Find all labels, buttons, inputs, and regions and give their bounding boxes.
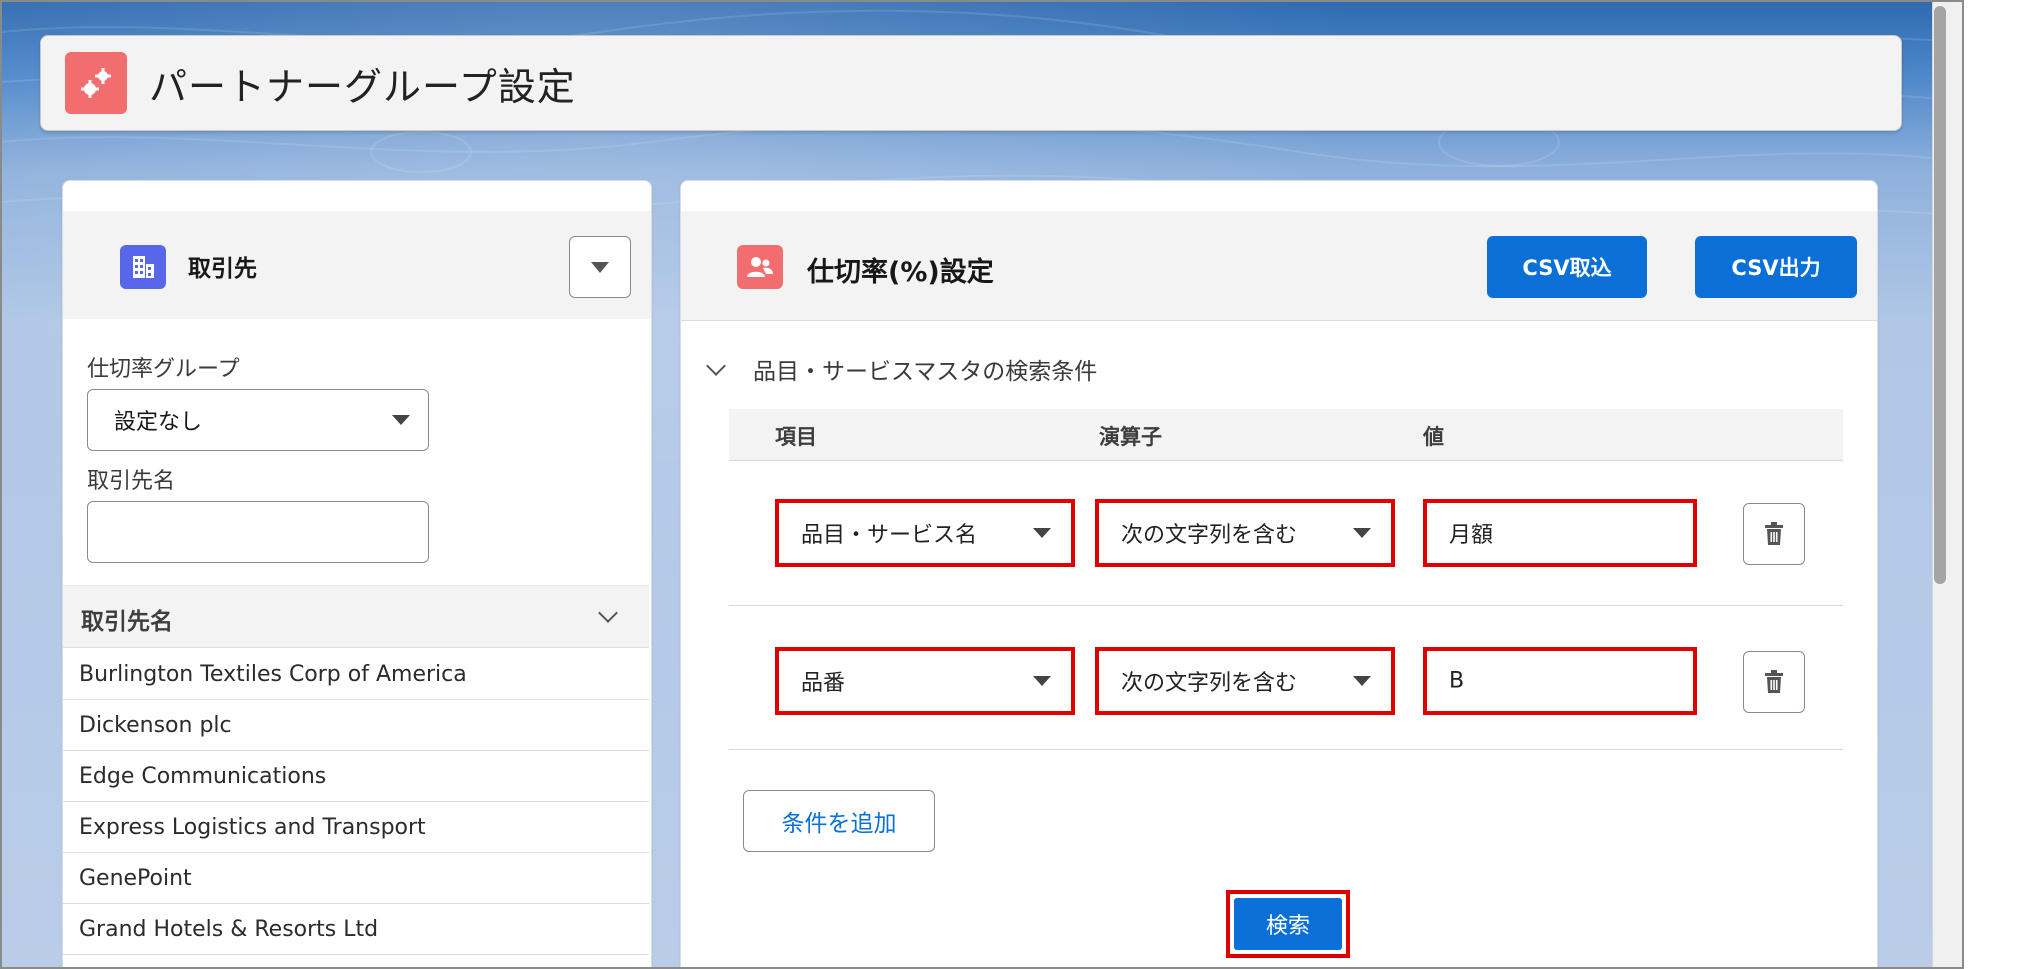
account-list-item[interactable]: Dickenson plc xyxy=(63,700,649,751)
column-header-operator: 演算子 xyxy=(1099,425,1162,449)
account-list-item[interactable]: Express Logistics and Transport xyxy=(63,802,649,853)
chevron-down-icon[interactable] xyxy=(598,603,618,623)
panel-menu-button[interactable] xyxy=(569,236,631,298)
app-frame: パートナーグループ設定 取引先 仕切率グループ 設定なし 取引先名 取引先名 B… xyxy=(0,0,1964,969)
trash-icon xyxy=(1765,522,1783,545)
chevron-down-icon xyxy=(1353,676,1371,686)
partner-icon xyxy=(737,245,783,289)
rate-settings-panel: 仕切率(%)設定 CSV取込 CSV出力 品目・サービスマスタの検索条件 項目 … xyxy=(680,180,1878,967)
condition-field-select[interactable]: 品目・サービス名 xyxy=(775,499,1075,567)
condition-field-value: 品目・サービス名 xyxy=(801,523,978,548)
search-button[interactable]: 検索 xyxy=(1234,898,1342,950)
account-list-item[interactable]: Grand Hotels & Resorts Ltd xyxy=(63,904,649,955)
account-list-header-label: 取引先名 xyxy=(81,609,173,635)
rate-settings-title: 仕切率(%)設定 xyxy=(807,257,994,288)
account-name-input[interactable] xyxy=(87,501,429,563)
page-header: パートナーグループ設定 xyxy=(40,35,1902,131)
add-condition-button[interactable]: 条件を追加 xyxy=(743,790,935,852)
group-select[interactable]: 設定なし xyxy=(87,389,429,451)
account-list-header[interactable]: 取引先名 xyxy=(63,585,649,648)
account-list-item[interactable]: Edge Communications xyxy=(63,751,649,802)
csv-export-button[interactable]: CSV出力 xyxy=(1695,236,1857,298)
chevron-down-icon xyxy=(1033,528,1051,538)
condition-value-input[interactable]: 月額 xyxy=(1423,499,1697,567)
account-panel-title: 取引先 xyxy=(188,256,257,282)
scrollbar-thumb[interactable] xyxy=(1934,6,1946,584)
building-icon xyxy=(120,245,166,289)
condition-field-select[interactable]: 品番 xyxy=(775,647,1075,715)
chevron-down-icon xyxy=(591,261,609,273)
delete-condition-button[interactable] xyxy=(1743,651,1805,713)
condition-operator-select[interactable]: 次の文字列を含む xyxy=(1095,647,1395,715)
column-header-value: 値 xyxy=(1423,425,1444,449)
search-button-highlight: 検索 xyxy=(1226,890,1350,958)
condition-value-input[interactable]: B xyxy=(1423,647,1697,715)
condition-value-text: B xyxy=(1449,668,1465,694)
condition-operator-value: 次の文字列を含む xyxy=(1121,671,1298,696)
page-title: パートナーグループ設定 xyxy=(149,64,576,109)
group-label: 仕切率グループ xyxy=(87,357,240,382)
chevron-down-icon xyxy=(1033,676,1051,686)
account-list-item[interactable]: GenePoint xyxy=(63,853,649,904)
row-divider xyxy=(729,749,1843,750)
account-list-item[interactable]: Burlington Textiles Corp of America xyxy=(63,649,649,700)
group-select-value: 設定なし xyxy=(114,410,203,435)
gears-icon xyxy=(65,52,127,114)
condition-value-text: 月額 xyxy=(1449,523,1494,548)
condition-operator-select[interactable]: 次の文字列を含む xyxy=(1095,499,1395,567)
column-header-field: 項目 xyxy=(775,425,817,449)
csv-import-button[interactable]: CSV取込 xyxy=(1487,236,1647,298)
trash-icon xyxy=(1765,670,1783,693)
search-section-title[interactable]: 品目・サービスマスタの検索条件 xyxy=(753,352,1097,386)
condition-grid-header: 項目 演算子 値 xyxy=(729,409,1843,461)
chevron-down-icon[interactable] xyxy=(706,356,726,376)
chevron-down-icon xyxy=(1353,528,1371,538)
account-panel: 取引先 仕切率グループ 設定なし 取引先名 取引先名 Burlington Te… xyxy=(62,180,652,967)
delete-condition-button[interactable] xyxy=(1743,503,1805,565)
condition-operator-value: 次の文字列を含む xyxy=(1121,523,1298,548)
chevron-down-icon xyxy=(392,415,410,425)
row-divider xyxy=(729,605,1843,606)
account-name-label: 取引先名 xyxy=(87,469,176,494)
condition-field-value: 品番 xyxy=(801,671,846,696)
